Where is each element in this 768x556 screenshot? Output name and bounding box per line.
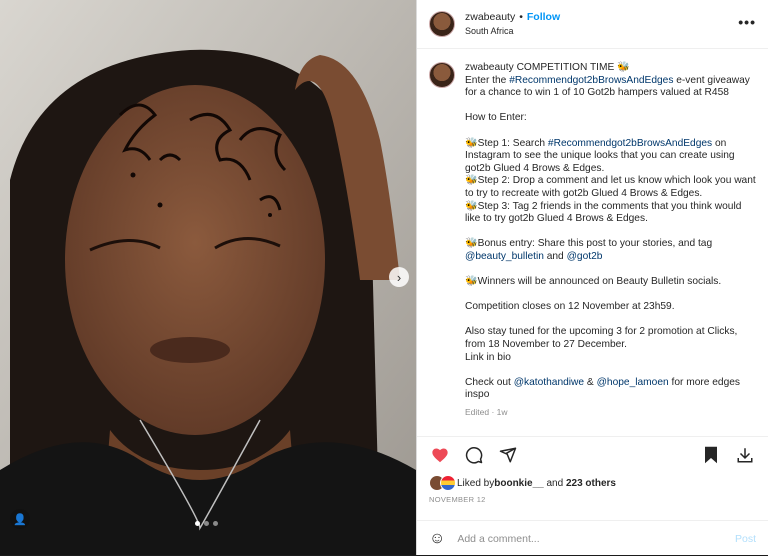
caption-username[interactable]: zwabeauty xyxy=(465,62,514,73)
caption-text-span: Enter the xyxy=(465,74,510,86)
caption-text-span: Also stay tuned for the upcoming 3 for 2… xyxy=(465,326,738,338)
hashtag-link[interactable]: #Recommendgot2bBrowsAndEdges xyxy=(548,138,712,149)
caption-line xyxy=(465,264,756,277)
post-header: zwabeauty • Follow South Africa ••• xyxy=(417,0,768,49)
portrait-photo xyxy=(0,0,416,555)
tagged-users-icon[interactable]: 👤 xyxy=(10,509,30,529)
caption-line: 🐝Bonus entry: Share this post to your st… xyxy=(465,238,756,251)
caption-line: Competition closes on 12 November at 23h… xyxy=(465,301,756,314)
hashtag-link[interactable]: #Recommendgot2bBrowsAndEdges xyxy=(509,75,673,86)
avatar[interactable] xyxy=(429,62,455,88)
caption-text-span: e-vent giveaway xyxy=(673,74,750,86)
caption-section: zwabeauty COMPETITION TIME 🐝 Enter the #… xyxy=(417,50,768,436)
liked-by-prefix: Liked by xyxy=(457,477,495,489)
caption-line: 🐝Step 1: Search #Recommendgot2bBrowsAndE… xyxy=(465,138,756,151)
caption-text-span: for a chance to win 1 of 10 Got2b hamper… xyxy=(465,87,729,99)
liker-avatars xyxy=(429,475,456,491)
caption-line: 🐝Step 3: Tag 2 friends in the comments t… xyxy=(465,201,756,214)
location-link[interactable]: South Africa xyxy=(465,26,560,37)
caption-text-span: Link in bio xyxy=(465,351,511,363)
caption-line: How to Enter: xyxy=(465,112,756,125)
caption-text-span: got2b Glued 4 Brows & Edges. xyxy=(465,162,605,174)
liked-by-and: and xyxy=(543,477,566,489)
caption-text-span: on xyxy=(712,137,727,149)
caption-line: 🐝Winners will be announced on Beauty Bul… xyxy=(465,276,756,289)
caption-line xyxy=(465,125,756,138)
comment-icon[interactable] xyxy=(463,444,485,466)
caption-line: got2b Glued 4 Brows & Edges. xyxy=(465,163,756,176)
caption-line: @beauty_bulletin and @got2b xyxy=(465,251,756,264)
likes-summary: Liked by boonkie__ and 223 others xyxy=(417,465,768,491)
caption-text-span: inspo xyxy=(465,389,490,401)
caption-line: like to try got2b Glued 4 Brows & Edges. xyxy=(465,213,756,226)
caption-text-span: for more edges xyxy=(668,376,741,388)
more-horizontal-icon[interactable]: ••• xyxy=(738,14,756,30)
follow-button[interactable]: Follow xyxy=(527,11,560,23)
next-image-button[interactable]: › xyxy=(389,267,409,287)
carousel-dot xyxy=(213,521,218,526)
caption-text-span: and xyxy=(543,250,567,262)
caption-text-span: & xyxy=(584,376,597,388)
caption-text-span: Competition closes on 12 November at 23h… xyxy=(465,301,675,313)
likes-others-link[interactable]: 223 others xyxy=(566,478,616,489)
caption-text-span: to try to recreate with got2b Glued 4 Br… xyxy=(465,187,703,199)
carousel-dot xyxy=(204,521,209,526)
mention-link[interactable]: @got2b xyxy=(567,251,603,262)
mention-link[interactable]: @beauty_bulletin xyxy=(465,251,544,262)
caption-line: inspo xyxy=(465,389,756,402)
carousel-dot-active xyxy=(195,521,200,526)
caption-line xyxy=(465,226,756,239)
caption-meta: Edited · 1w xyxy=(465,407,508,418)
caption-line: from 18 November to 27 December. xyxy=(465,339,756,352)
caption-text-span: 🐝Step 3: Tag 2 friends in the comments t… xyxy=(465,200,742,212)
caption-line: Also stay tuned for the upcoming 3 for 2… xyxy=(465,326,756,339)
caption-text-span: 🐝Step 2: Drop a comment and let us know … xyxy=(465,175,756,187)
caption-text-span: Check out xyxy=(465,376,514,388)
avatar xyxy=(440,475,456,491)
caption-line xyxy=(465,100,756,113)
caption-text-span: 🐝Winners will be announced on Beauty Bul… xyxy=(465,276,722,288)
avatar[interactable] xyxy=(429,11,455,37)
caption-first-line: zwabeauty COMPETITION TIME 🐝 xyxy=(465,62,756,75)
caption-line: Enter the #Recommendgot2bBrowsAndEdges e… xyxy=(465,75,756,88)
caption-text: zwabeauty COMPETITION TIME 🐝 Enter the #… xyxy=(465,62,756,419)
download-icon[interactable] xyxy=(734,444,756,466)
mention-link[interactable]: @katothandiwe xyxy=(514,377,584,388)
caption-line: Link in bio xyxy=(465,352,756,365)
mention-link[interactable]: @hope_lamoen xyxy=(597,377,669,388)
caption-text-span: How to Enter: xyxy=(465,112,527,124)
heart-filled-icon[interactable] xyxy=(429,444,451,466)
caption-text-span: like to try got2b Glued 4 Brows & Edges. xyxy=(465,213,648,225)
send-icon[interactable] xyxy=(497,444,519,466)
caption-headline: COMPETITION TIME 🐝 xyxy=(516,62,630,73)
caption-line: Instagram to see the unique looks that y… xyxy=(465,150,756,163)
caption-text-span: 🐝Step 1: Search xyxy=(465,137,548,149)
emoji-icon[interactable]: ☺ xyxy=(429,530,445,548)
caption-line xyxy=(465,364,756,377)
actions-section: Liked by boonkie__ and 223 others NOVEMB… xyxy=(417,436,768,556)
add-comment-row: ☺ Post xyxy=(417,520,768,556)
liked-by-username[interactable]: boonkie__ xyxy=(494,478,543,489)
carousel-indicator xyxy=(195,521,218,526)
caption-line: for a chance to win 1 of 10 Got2b hamper… xyxy=(465,87,756,100)
dot-separator: • xyxy=(519,11,523,24)
caption-line: to try to recreate with got2b Glued 4 Br… xyxy=(465,188,756,201)
post-side-panel: zwabeauty • Follow South Africa ••• zwabea… xyxy=(416,0,768,555)
post-modal: › 👤 zwabeauty • Follow South Africa ••• zw… xyxy=(0,0,768,555)
caption-line: 🐝Step 2: Drop a comment and let us know … xyxy=(465,175,756,188)
post-comment-button[interactable]: Post xyxy=(735,533,756,545)
caption-text-span: Instagram to see the unique looks that y… xyxy=(465,150,735,162)
comment-input[interactable] xyxy=(455,531,735,546)
caption-line: Check out @katothandiwe & @hope_lamoen f… xyxy=(465,377,756,390)
caption-line xyxy=(465,289,756,302)
header-username[interactable]: zwabeauty xyxy=(465,11,515,23)
post-date: NOVEMBER 12 xyxy=(429,495,486,504)
caption-text-span: from 18 November to 27 December. xyxy=(465,339,627,351)
post-image[interactable]: › 👤 xyxy=(0,0,416,555)
caption-line xyxy=(465,314,756,327)
bookmark-icon[interactable] xyxy=(700,444,722,466)
caption-text-span: 🐝Bonus entry: Share this post to your st… xyxy=(465,238,713,250)
